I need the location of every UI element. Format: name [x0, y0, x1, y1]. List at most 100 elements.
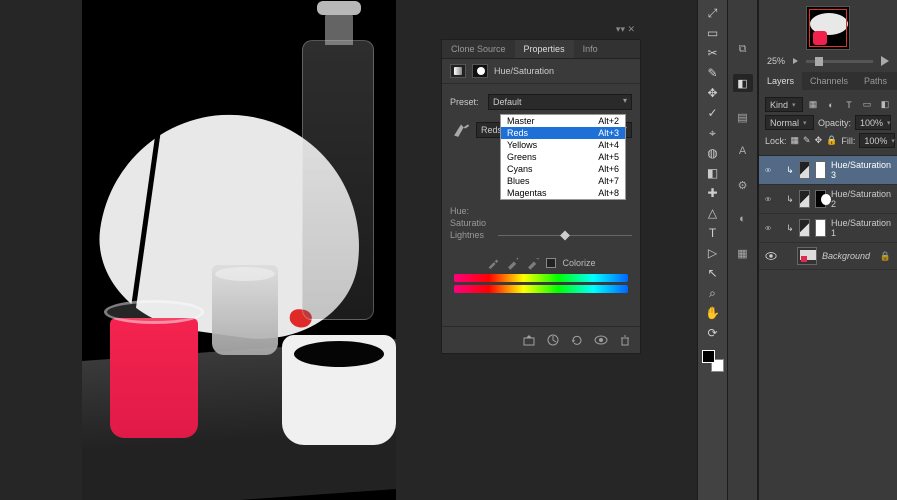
- channel-dropdown[interactable]: MasterAlt+2 RedsAlt+3 YellowsAlt+4 Green…: [500, 114, 626, 200]
- lock-move-icon[interactable]: ✥: [815, 135, 823, 146]
- layer-name[interactable]: Hue/Saturation 2: [831, 189, 891, 209]
- layer-row[interactable]: ↳ Hue/Saturation 1: [759, 214, 897, 243]
- tab-channels[interactable]: Channels: [802, 72, 856, 90]
- lock-brush-icon[interactable]: ✎: [803, 135, 811, 146]
- layer-name[interactable]: Hue/Saturation 3: [831, 160, 891, 180]
- tool-healing-brush[interactable]: ✥: [702, 84, 724, 102]
- tool-type[interactable]: T: [702, 224, 724, 242]
- adjustment-thumb: [799, 161, 810, 179]
- lock-all-icon[interactable]: 🔒: [826, 135, 837, 146]
- tool-dodge[interactable]: ✚: [702, 184, 724, 202]
- layer-row[interactable]: ↳ Hue/Saturation 2: [759, 185, 897, 214]
- eye-icon[interactable]: [765, 194, 771, 204]
- eye-icon[interactable]: [765, 223, 771, 233]
- channel-option-cyans[interactable]: CyansAlt+6: [501, 163, 625, 175]
- tab-properties[interactable]: Properties: [515, 40, 574, 58]
- dock-color-icon[interactable]: ◐: [733, 210, 753, 228]
- dock-swatches-icon[interactable]: ▤: [733, 108, 753, 126]
- layers-list: ↳ Hue/Saturation 3 ↳ Hue/Saturation 2 ↳ …: [759, 155, 897, 270]
- eyedropper-icon[interactable]: [486, 256, 500, 270]
- opacity-value[interactable]: 100%: [855, 115, 891, 130]
- visibility-icon[interactable]: [594, 333, 608, 347]
- layer-row[interactable]: ↳ Hue/Saturation 3: [759, 156, 897, 185]
- channel-option-reds[interactable]: RedsAlt+3: [501, 127, 625, 139]
- filter-smart-icon[interactable]: ◧: [879, 99, 891, 111]
- saturation-label: Saturatio: [450, 218, 498, 228]
- tool-eraser[interactable]: ◍: [702, 144, 724, 162]
- blend-mode-select[interactable]: Normal: [765, 115, 814, 130]
- tool-marquee[interactable]: ▭: [702, 24, 724, 42]
- lightness-slider[interactable]: [498, 235, 632, 236]
- layer-mask[interactable]: [815, 190, 826, 208]
- tool-rotate[interactable]: ⟳: [702, 324, 724, 342]
- tool-move[interactable]: ⤢: [702, 4, 724, 22]
- zoom-out-icon[interactable]: [793, 58, 798, 64]
- tool-zoom[interactable]: ⌕: [702, 284, 724, 302]
- zoom-in-icon[interactable]: [881, 56, 889, 66]
- eye-icon[interactable]: [765, 165, 771, 175]
- color-swatches[interactable]: [702, 350, 724, 372]
- dock-properties-icon[interactable]: ◧: [733, 74, 753, 92]
- tool-direct-select[interactable]: ↖: [702, 264, 724, 282]
- channel-option-greens[interactable]: GreensAlt+5: [501, 151, 625, 163]
- tab-clone-source[interactable]: Clone Source: [442, 40, 515, 58]
- zoom-slider[interactable]: [806, 60, 873, 63]
- finger-scrub-icon[interactable]: [450, 122, 472, 138]
- eyedropper-subtract-icon[interactable]: [526, 256, 540, 270]
- panel-menu-icon[interactable]: ▾▾ ✕: [441, 24, 641, 35]
- eyedropper-add-icon[interactable]: [506, 256, 520, 270]
- tool-pen[interactable]: △: [702, 204, 724, 222]
- dock-character-icon[interactable]: A: [733, 142, 753, 160]
- toolbar: ⤢ ▭ ✂ ✎ ✥ ✓ ⌖ ◍ ◧ ✚ △ T ▷ ↖ ⌕ ✋ ⟳: [697, 0, 728, 500]
- filter-type-icon[interactable]: T: [843, 99, 855, 111]
- trash-icon[interactable]: [618, 333, 632, 347]
- layer-row-background[interactable]: Background 🔒: [759, 243, 897, 270]
- layer-mask[interactable]: [815, 219, 826, 237]
- document-image[interactable]: [82, 0, 396, 500]
- dock-adjustments-icon[interactable]: ⚙: [733, 176, 753, 194]
- adjustment-icon: [450, 64, 466, 78]
- filter-adjust-icon[interactable]: ◐: [825, 99, 837, 111]
- lock-transparent-icon[interactable]: ▦: [791, 135, 800, 146]
- clip-layer-icon[interactable]: [522, 333, 536, 347]
- channel-option-magentas[interactable]: MagentasAlt+8: [501, 187, 625, 199]
- layer-filter-kind[interactable]: Kind: [765, 97, 803, 112]
- tool-brush[interactable]: ✓: [702, 104, 724, 122]
- eye-icon[interactable]: [765, 251, 777, 261]
- channel-option-master[interactable]: MasterAlt+2: [501, 115, 625, 127]
- hue-gradient-top[interactable]: [454, 274, 628, 282]
- tab-info[interactable]: Info: [574, 40, 607, 58]
- tool-gradient[interactable]: ◧: [702, 164, 724, 182]
- fill-value[interactable]: 100%: [859, 133, 895, 148]
- hue-gradient-bottom[interactable]: [454, 285, 628, 293]
- reset-icon[interactable]: [570, 333, 584, 347]
- properties-panel: Clone Source Properties Info Hue/Saturat…: [441, 39, 641, 354]
- indent-icon: ↳: [786, 165, 794, 176]
- layer-mask[interactable]: [815, 161, 826, 179]
- layer-name[interactable]: Hue/Saturation 1: [831, 218, 891, 238]
- dock-history-icon[interactable]: ⧉: [733, 40, 753, 58]
- dock-tabs: ⧉ ◧ ▤ A ⚙ ◐ ▦: [728, 0, 758, 500]
- channel-option-yellows[interactable]: YellowsAlt+4: [501, 139, 625, 151]
- tool-clone-stamp[interactable]: ⌖: [702, 124, 724, 142]
- preset-label: Preset:: [450, 97, 484, 107]
- filter-shape-icon[interactable]: ▭: [861, 99, 873, 111]
- fill-label: Fill:: [841, 136, 855, 146]
- indent-icon: ↳: [786, 194, 794, 205]
- navigator-thumbnail[interactable]: [806, 6, 850, 50]
- dock-styles-icon[interactable]: ▦: [733, 244, 753, 262]
- tool-path[interactable]: ▷: [702, 244, 724, 262]
- mask-icon: [472, 64, 488, 78]
- preset-select[interactable]: Default: [488, 94, 632, 110]
- tab-layers[interactable]: Layers: [759, 72, 802, 90]
- layer-name[interactable]: Background: [822, 251, 875, 261]
- channel-option-blues[interactable]: BluesAlt+7: [501, 175, 625, 187]
- previous-state-icon[interactable]: [546, 333, 560, 347]
- colorize-checkbox[interactable]: [546, 258, 556, 268]
- filter-pixel-icon[interactable]: ▦: [807, 99, 819, 111]
- tab-paths[interactable]: Paths: [856, 72, 895, 90]
- tool-crop[interactable]: ✂: [702, 44, 724, 62]
- opacity-label: Opacity:: [818, 118, 851, 128]
- tool-hand[interactable]: ✋: [702, 304, 724, 322]
- tool-eyedropper[interactable]: ✎: [702, 64, 724, 82]
